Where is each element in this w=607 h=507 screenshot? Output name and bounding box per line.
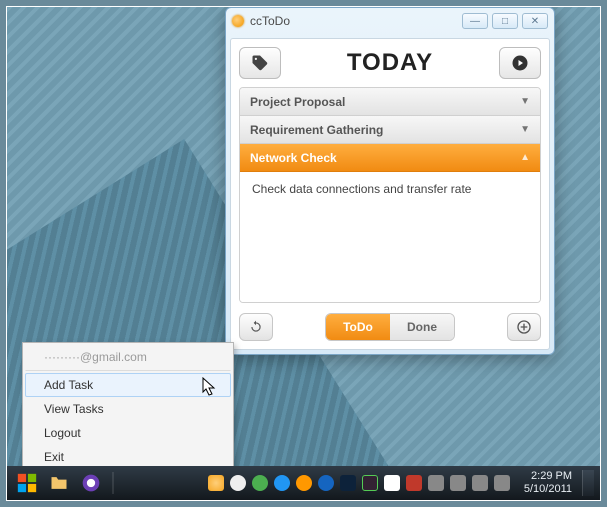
task-label: Network Check [250,151,337,165]
plus-circle-icon [516,319,532,335]
task-row[interactable]: Project Proposal ▼ [240,88,540,116]
show-desktop-button[interactable] [582,470,594,496]
context-item-view-tasks[interactable]: View Tasks [25,397,231,421]
world-icon[interactable] [274,475,290,491]
cctodo-icon[interactable] [208,475,224,491]
maximize-button[interactable]: □ [492,13,518,29]
window-title: ccToDo [250,14,290,28]
close-button[interactable]: ✕ [522,13,548,29]
clock-date: 5/10/2011 [524,483,572,496]
refresh-icon [249,320,263,334]
taskbar-divider [112,472,114,494]
context-item-add-task[interactable]: Add Task [25,373,231,397]
device-icon[interactable] [450,475,466,491]
chevron-up-icon: ▲ [520,152,530,163]
task-list: Project Proposal ▼ Requirement Gathering… [239,87,541,303]
pinned-app[interactable] [77,470,105,496]
start-button[interactable] [13,470,41,496]
volume-icon[interactable] [494,475,510,491]
notify-icon[interactable] [406,475,422,491]
task-label: Requirement Gathering [250,123,383,137]
amazon-icon[interactable] [340,475,356,491]
folder-icon [49,473,69,493]
page-title: TODAY [347,49,433,77]
task-label: Project Proposal [250,95,345,109]
windows-icon [16,472,38,494]
system-tray: 2:29 PM 5/10/2011 [208,470,594,496]
tray-context-menu: ·········@gmail.com Add Task View Tasks … [22,342,234,472]
todo-tab[interactable]: ToDo [326,314,390,340]
minimize-button[interactable]: — [462,13,488,29]
done-tab[interactable]: Done [390,314,454,340]
utorrent-icon [81,473,101,493]
task-row-active[interactable]: Network Check ▲ [240,144,540,172]
task-row[interactable]: Requirement Gathering ▼ [240,116,540,144]
task-body: Check data connections and transfer rate [240,172,540,302]
view-toggle: ToDo Done [325,313,455,341]
network-icon[interactable] [472,475,488,491]
tag-button[interactable] [239,47,281,79]
chat-icon[interactable] [230,475,246,491]
play-button[interactable] [499,47,541,79]
app-icon [232,15,244,27]
info-icon[interactable] [318,475,334,491]
clock-time: 2:29 PM [524,470,572,483]
chevron-down-icon: ▼ [520,124,530,135]
sync-icon[interactable] [252,475,268,491]
taskbar-clock[interactable]: 2:29 PM 5/10/2011 [516,470,576,496]
pinned-explorer[interactable] [45,470,73,496]
tag-icon [251,54,269,72]
desktop: ccToDo — □ ✕ TODAY Project Proposal [6,6,601,501]
client-area: TODAY Project Proposal ▼ Requirement Gat… [230,38,550,350]
add-button[interactable] [507,313,541,341]
titlebar[interactable]: ccToDo — □ ✕ [226,8,554,34]
context-item-logout[interactable]: Logout [25,421,231,445]
chevron-down-icon: ▼ [520,96,530,107]
refresh-button[interactable] [239,313,273,341]
flag-icon[interactable] [384,475,400,491]
context-account: ·········@gmail.com [25,345,231,371]
play-icon [511,54,529,72]
taskbar[interactable]: 2:29 PM 5/10/2011 [7,466,600,500]
updater-icon[interactable] [296,475,312,491]
grid-icon[interactable] [362,475,378,491]
shield-icon[interactable] [428,475,444,491]
app-window: ccToDo — □ ✕ TODAY Project Proposal [225,7,555,355]
